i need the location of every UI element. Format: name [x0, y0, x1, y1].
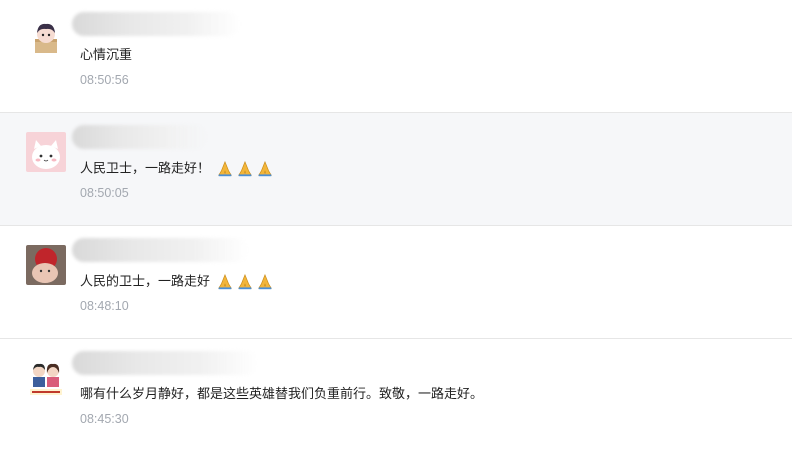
comment-timestamp: 08:45:30 [80, 412, 129, 426]
avatar[interactable] [26, 245, 66, 285]
username-blurred[interactable] [72, 125, 208, 149]
comment-text-content: 人民的卫士，一路走好 [80, 274, 211, 290]
avatar[interactable] [26, 358, 66, 398]
folded-hands-icon [216, 272, 234, 292]
comment-item: 人民的卫士，一路走好 08:48:10 [0, 226, 792, 338]
comment-text: 人民的卫士，一路走好 [80, 272, 274, 293]
avatar-image [26, 132, 66, 172]
comment-item: 人民卫士，一路走好！ 08:50:05 [0, 113, 792, 225]
avatar-image [26, 358, 66, 398]
username-blurred[interactable] [72, 12, 240, 36]
username-blurred[interactable] [72, 238, 248, 262]
username-blurred[interactable] [72, 351, 258, 375]
folded-hands-icon [216, 159, 234, 179]
comment-timestamp: 08:48:10 [80, 299, 129, 313]
comment-item: 心情沉重 08:50:56 [0, 0, 792, 112]
comment-text-content: 心情沉重 [80, 48, 133, 63]
avatar[interactable] [26, 132, 66, 172]
folded-hands-icon [236, 272, 254, 292]
comment-text-content: 人民卫士，一路走好！ [80, 161, 211, 177]
comment-text: 心情沉重 [80, 46, 132, 66]
comment-timestamp: 08:50:56 [80, 73, 129, 87]
comment-feed: 心情沉重 08:50:56 人民卫士，一路走好！ 08:50:05 人民的卫士，… [0, 0, 792, 449]
folded-hands-icon [256, 272, 274, 292]
comment-text: 哪有什么岁月静好，都是这些英雄替我们负重前行。致敬，一路走好。 [80, 385, 483, 405]
comment-text: 人民卫士，一路走好！ [80, 159, 274, 180]
folded-hands-icon [256, 159, 274, 179]
avatar-image [26, 19, 66, 59]
avatar-image [26, 245, 66, 285]
folded-hands-icon [236, 159, 254, 179]
comment-timestamp: 08:50:05 [80, 186, 129, 200]
avatar[interactable] [26, 19, 66, 59]
comment-text-content: 哪有什么岁月静好，都是这些英雄替我们负重前行。致敬，一路走好。 [80, 387, 484, 402]
comment-item: 哪有什么岁月静好，都是这些英雄替我们负重前行。致敬，一路走好。 08:45:30 [0, 339, 792, 451]
